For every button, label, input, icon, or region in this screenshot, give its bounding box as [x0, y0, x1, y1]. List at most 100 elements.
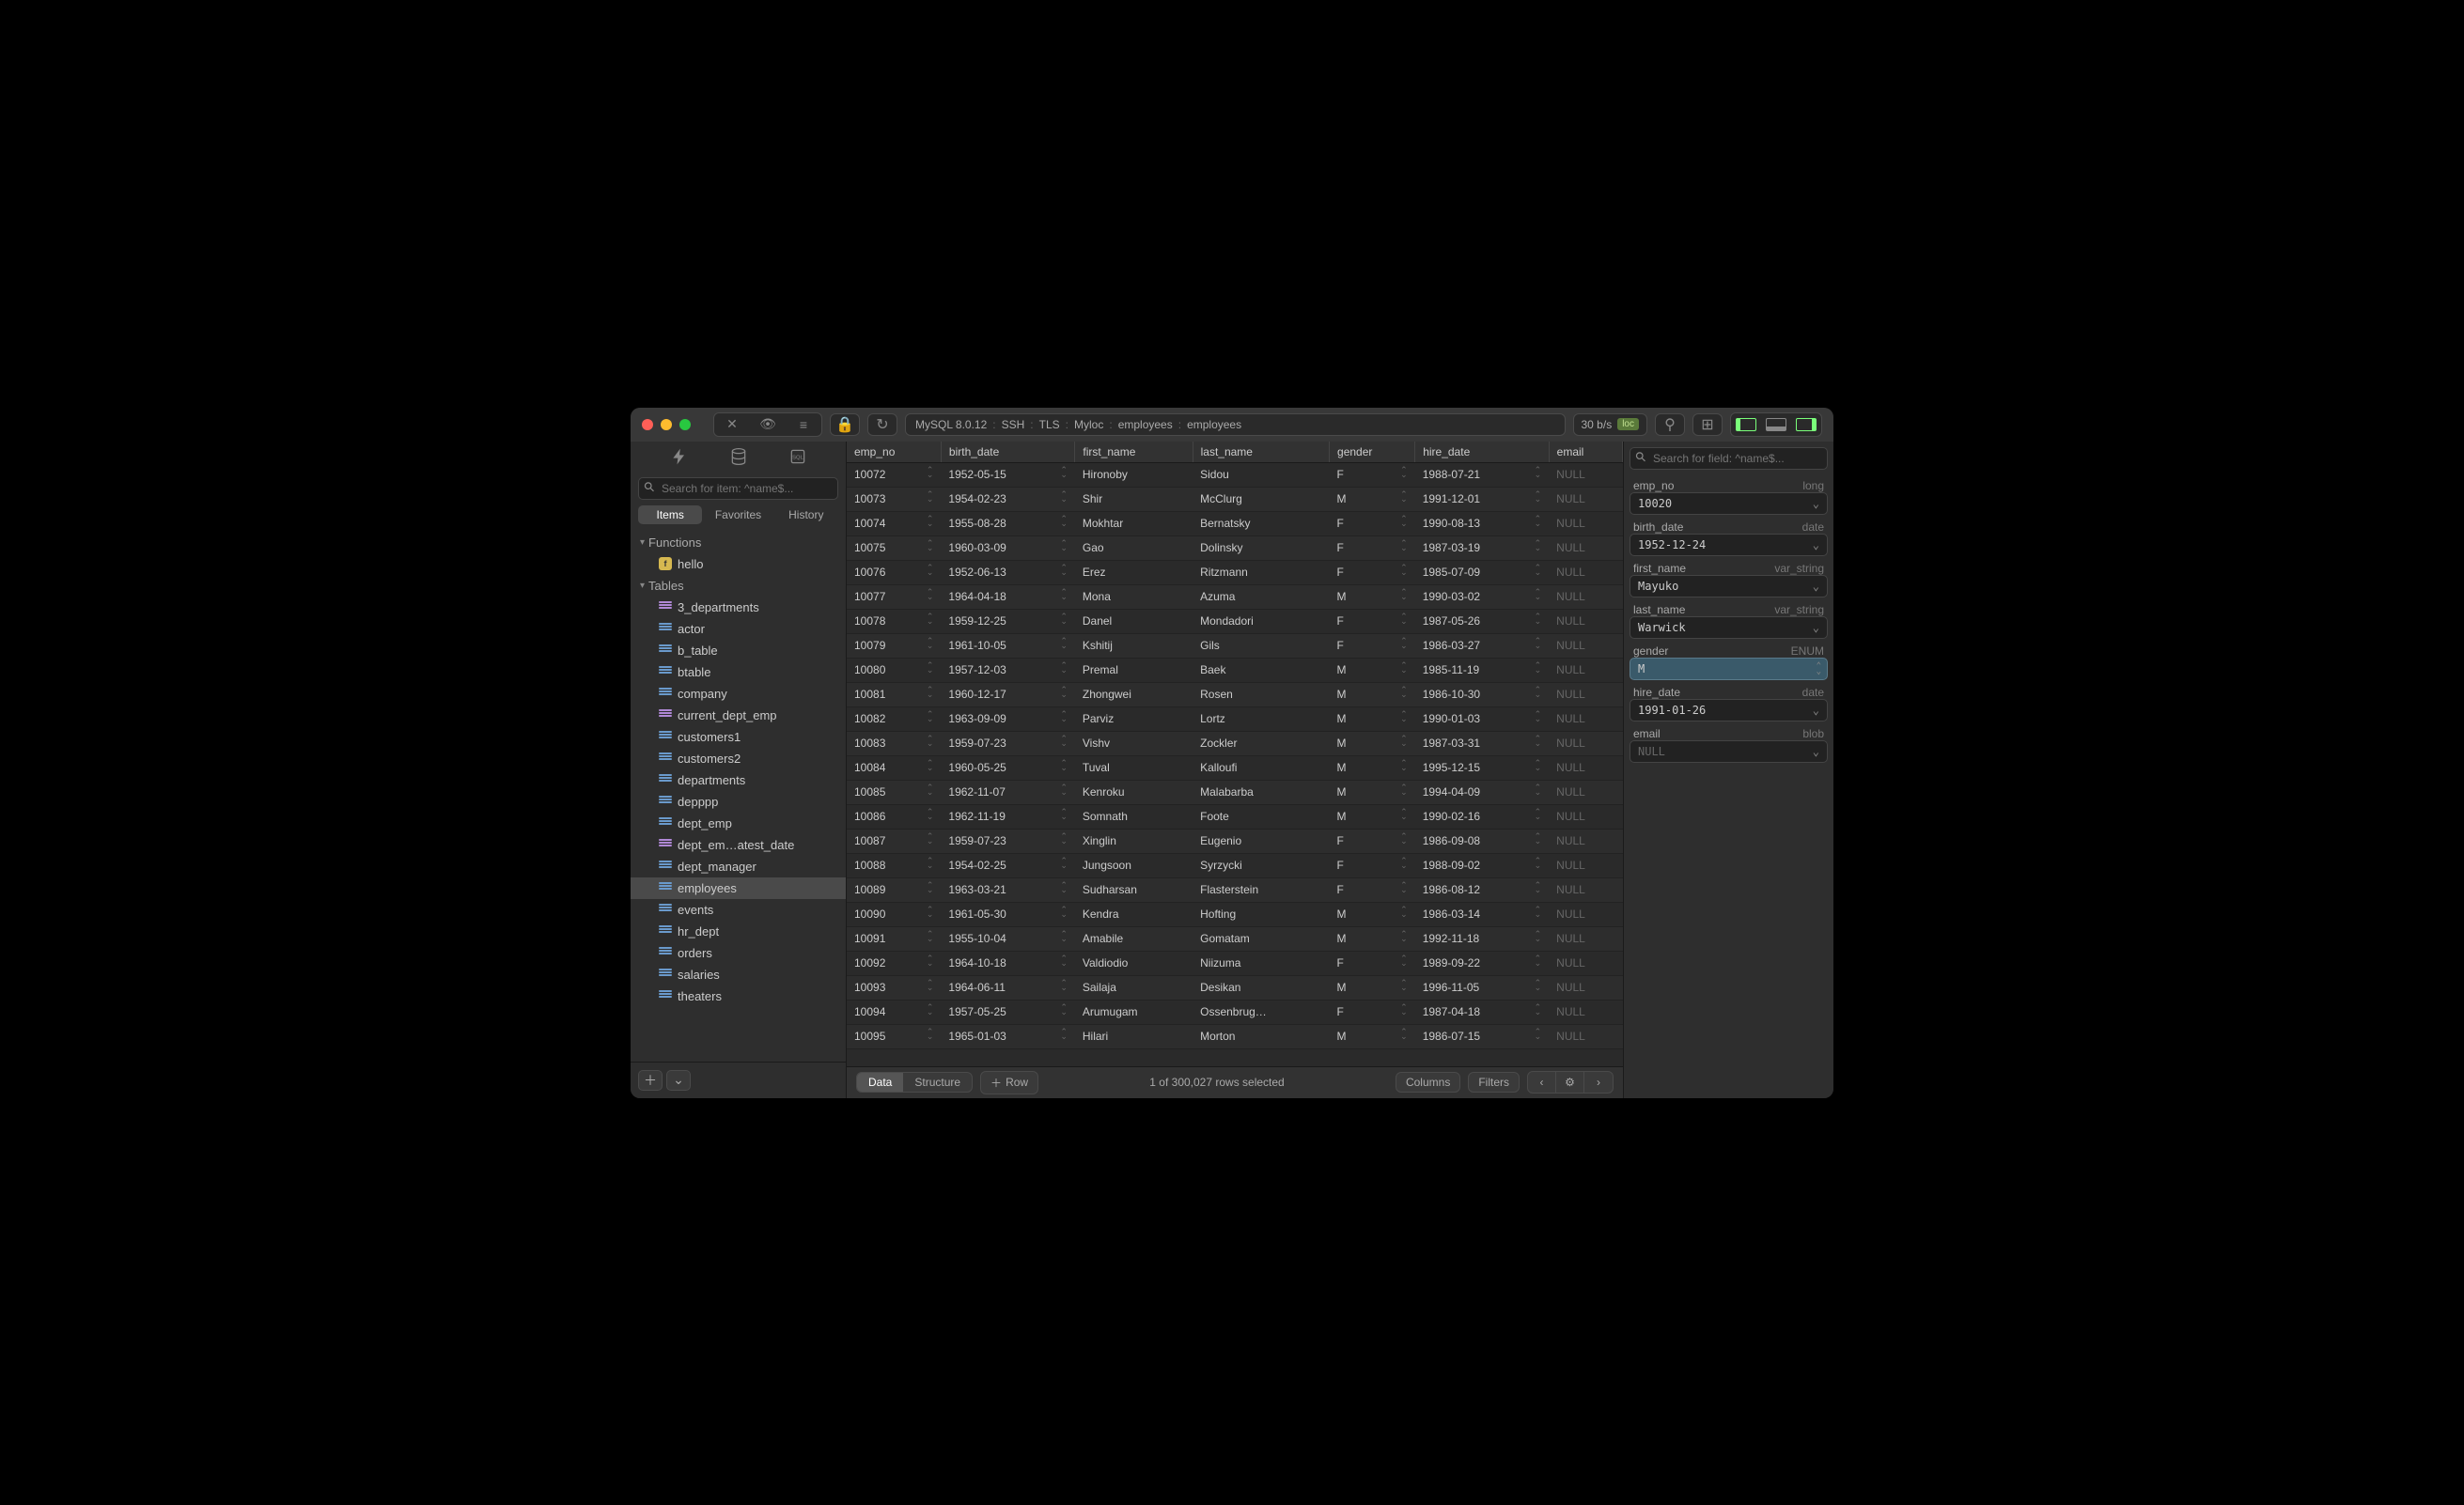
tree-item[interactable]: depppp	[631, 791, 846, 813]
table-cell[interactable]: 10086	[847, 804, 941, 829]
table-cell[interactable]: Gomatam	[1193, 926, 1329, 951]
table-cell[interactable]: 1990-08-13	[1415, 511, 1549, 535]
table-cell[interactable]: Sailaja	[1075, 975, 1193, 1000]
table-cell[interactable]: 1992-11-18	[1415, 926, 1549, 951]
table-cell[interactable]: Gils	[1193, 633, 1329, 658]
table-cell[interactable]: F	[1330, 609, 1415, 633]
table-row[interactable]: 100881954-02-25JungsoonSyrzyckiF1988-09-…	[847, 853, 1623, 877]
stepper-icon[interactable]	[1060, 1005, 1068, 1015]
stepper-icon[interactable]	[927, 883, 934, 892]
table-cell[interactable]: NULL	[1549, 755, 1622, 780]
stepper-icon[interactable]	[1400, 932, 1408, 941]
table-cell[interactable]: 10075	[847, 535, 941, 560]
seg-structure[interactable]: Structure	[903, 1073, 972, 1092]
stepper-icon[interactable]	[1535, 785, 1542, 795]
stepper-icon[interactable]	[1400, 834, 1408, 844]
table-cell[interactable]: NULL	[1549, 706, 1622, 731]
table-cell[interactable]: Tuval	[1075, 755, 1193, 780]
table-cell[interactable]: 1986-10-30	[1415, 682, 1549, 706]
tree-item[interactable]: departments	[631, 769, 846, 791]
stepper-icon[interactable]	[1400, 492, 1408, 502]
stepper-icon[interactable]	[1060, 761, 1068, 770]
table-cell[interactable]: 10081	[847, 682, 941, 706]
table-row[interactable]: 100821963-09-09ParvizLortzM1990-01-03NUL…	[847, 706, 1623, 731]
table-cell[interactable]: Erez	[1075, 560, 1193, 584]
field-value[interactable]: Warwick	[1630, 616, 1828, 639]
stepper-icon[interactable]	[1060, 590, 1068, 599]
table-cell[interactable]: Valdiodio	[1075, 951, 1193, 975]
stepper-icon[interactable]	[1060, 614, 1068, 624]
table-cell[interactable]: NULL	[1549, 951, 1622, 975]
table-cell[interactable]: 1964-10-18	[941, 951, 1074, 975]
table-cell[interactable]: 1955-10-04	[941, 926, 1074, 951]
stepper-icon[interactable]	[1535, 663, 1542, 673]
table-cell[interactable]: 1960-03-09	[941, 535, 1074, 560]
tree-item[interactable]: actor	[631, 618, 846, 640]
table-cell[interactable]: 1963-03-21	[941, 877, 1074, 902]
table-cell[interactable]: 1965-01-03	[941, 1024, 1074, 1048]
refresh-button[interactable]: ↻	[867, 413, 897, 436]
stepper-icon[interactable]	[1400, 688, 1408, 697]
table-cell[interactable]: 1954-02-25	[941, 853, 1074, 877]
tree-item[interactable]: dept_em…atest_date	[631, 834, 846, 856]
table-cell[interactable]: Bernatsky	[1193, 511, 1329, 535]
tree-item[interactable]: fhello	[631, 553, 846, 575]
tree-item[interactable]: current_dept_emp	[631, 705, 846, 726]
stepper-icon[interactable]	[927, 517, 934, 526]
table-cell[interactable]: 1959-12-25	[941, 609, 1074, 633]
table-cell[interactable]: 1959-07-23	[941, 829, 1074, 853]
table-cell[interactable]: Premal	[1075, 658, 1193, 682]
table-row[interactable]: 100731954-02-23ShirMcClurgM1991-12-01NUL…	[847, 487, 1623, 511]
table-cell[interactable]: F	[1330, 560, 1415, 584]
table-cell[interactable]: 1990-02-16	[1415, 804, 1549, 829]
seg-data[interactable]: Data	[857, 1073, 903, 1092]
column-header[interactable]: hire_date	[1415, 442, 1549, 463]
stepper-icon[interactable]	[927, 541, 934, 551]
table-cell[interactable]: NULL	[1549, 609, 1622, 633]
table-cell[interactable]: 1991-12-01	[1415, 487, 1549, 511]
table-cell[interactable]: F	[1330, 829, 1415, 853]
table-cell[interactable]: F	[1330, 535, 1415, 560]
field-value[interactable]: NULL	[1630, 740, 1828, 763]
table-cell[interactable]: 10078	[847, 609, 941, 633]
stepper-icon[interactable]	[1400, 908, 1408, 917]
stepper-icon[interactable]	[1060, 810, 1068, 819]
table-cell[interactable]: 1960-12-17	[941, 682, 1074, 706]
stepper-icon[interactable]	[1400, 981, 1408, 990]
stepper-icon[interactable]	[1400, 761, 1408, 770]
add-row-button[interactable]: ＋Row	[980, 1071, 1038, 1094]
table-cell[interactable]: 1987-03-31	[1415, 731, 1549, 755]
table-cell[interactable]: NULL	[1549, 1024, 1622, 1048]
column-header[interactable]: last_name	[1193, 442, 1329, 463]
table-cell[interactable]: 10084	[847, 755, 941, 780]
lock-button[interactable]: 🔒	[830, 413, 860, 436]
table-cell[interactable]: 1990-01-03	[1415, 706, 1549, 731]
table-cell[interactable]: M	[1330, 902, 1415, 926]
stepper-icon[interactable]	[1400, 517, 1408, 526]
table-row[interactable]: 100911955-10-04AmabileGomatamM1992-11-18…	[847, 926, 1623, 951]
table-cell[interactable]: NULL	[1549, 804, 1622, 829]
table-cell[interactable]: 1955-08-28	[941, 511, 1074, 535]
table-cell[interactable]: NULL	[1549, 462, 1622, 487]
table-cell[interactable]: M	[1330, 487, 1415, 511]
table-cell[interactable]: 1964-04-18	[941, 584, 1074, 609]
table-cell[interactable]: F	[1330, 877, 1415, 902]
table-cell[interactable]: 1996-11-05	[1415, 975, 1549, 1000]
tree-item[interactable]: hr_dept	[631, 921, 846, 942]
table-cell[interactable]: F	[1330, 511, 1415, 535]
tree-item[interactable]: customers2	[631, 748, 846, 769]
stepper-icon[interactable]	[1535, 883, 1542, 892]
stepper-icon[interactable]	[1400, 810, 1408, 819]
table-cell[interactable]: 1961-05-30	[941, 902, 1074, 926]
table-cell[interactable]: Syrzycki	[1193, 853, 1329, 877]
table-cell[interactable]: 10088	[847, 853, 941, 877]
table-cell[interactable]: 1962-11-19	[941, 804, 1074, 829]
stepper-icon[interactable]	[927, 566, 934, 575]
stepper-icon[interactable]	[1535, 541, 1542, 551]
table-cell[interactable]: NULL	[1549, 584, 1622, 609]
table-cell[interactable]: 10095	[847, 1024, 941, 1048]
stepper-icon[interactable]	[1060, 956, 1068, 966]
table-cell[interactable]: 1959-07-23	[941, 731, 1074, 755]
table-cell[interactable]: 1960-05-25	[941, 755, 1074, 780]
list-button[interactable]: ≡	[786, 413, 821, 436]
